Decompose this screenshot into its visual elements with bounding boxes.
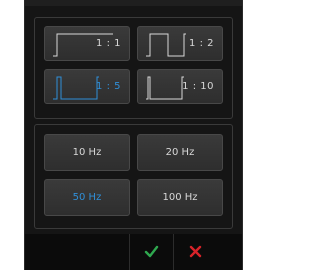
- duty-label: 1 : 5: [96, 81, 121, 92]
- duty-label: 1 : 1: [96, 38, 121, 49]
- freq-20hz-button[interactable]: 20 Hz: [137, 134, 223, 171]
- freq-label: 50 Hz: [72, 192, 102, 203]
- pulse-settings-dialog: 1 : 1 1 : 2 1 : 5 1 : 10 10 Hz 20 Hz 50 …: [24, 0, 243, 270]
- duty-1-1-button[interactable]: 1 : 1: [44, 26, 130, 61]
- close-icon: [189, 245, 202, 258]
- duty-label: 1 : 2: [189, 38, 214, 49]
- freq-label: 100 Hz: [162, 192, 198, 203]
- dialog-top-strip: [25, 0, 242, 6]
- freq-label: 10 Hz: [72, 147, 102, 158]
- duty-1-2-button[interactable]: 1 : 2: [137, 26, 223, 61]
- cancel-button[interactable]: [173, 234, 216, 270]
- duty-cycle-group: 1 : 1 1 : 2 1 : 5 1 : 10: [34, 17, 233, 119]
- duty-1-5-button[interactable]: 1 : 5: [44, 69, 130, 104]
- freq-50hz-button[interactable]: 50 Hz: [44, 179, 130, 216]
- freq-label: 20 Hz: [165, 147, 195, 158]
- freq-10hz-button[interactable]: 10 Hz: [44, 134, 130, 171]
- confirm-button[interactable]: [129, 234, 172, 270]
- frequency-group: 10 Hz 20 Hz 50 Hz 100 Hz: [34, 124, 233, 229]
- checkmark-icon: [144, 245, 159, 258]
- duty-1-10-button[interactable]: 1 : 10: [137, 69, 223, 104]
- duty-label: 1 : 10: [182, 81, 214, 92]
- freq-100hz-button[interactable]: 100 Hz: [137, 179, 223, 216]
- dialog-footer: [25, 234, 242, 270]
